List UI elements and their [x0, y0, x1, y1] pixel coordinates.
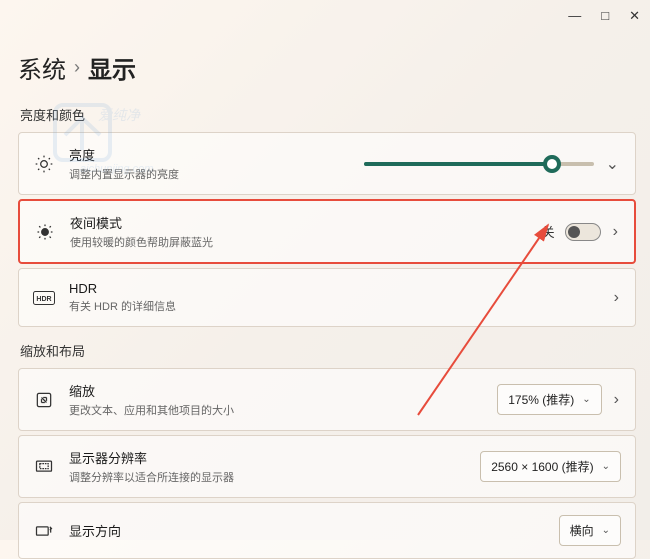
orientation-select[interactable]: 横向 ⌄: [559, 515, 621, 546]
sun-icon: [33, 153, 55, 175]
night-light-title: 夜间模式: [70, 213, 528, 232]
brightness-card[interactable]: 亮度 调整内置显示器的亮度 ⌄: [18, 132, 636, 195]
section-scale-layout: 缩放和布局: [20, 341, 634, 360]
scale-icon: [33, 389, 55, 411]
scale-select[interactable]: 175% (推荐) ⌄: [497, 384, 601, 415]
night-light-toggle[interactable]: [565, 223, 601, 241]
scale-value: 175% (推荐): [508, 391, 574, 408]
chevron-right-icon[interactable]: ›: [611, 223, 620, 241]
chevron-down-icon: ⌄: [602, 461, 610, 472]
night-light-card[interactable]: 夜间模式 使用较暖的颜色帮助屏蔽蓝光 关 ›: [18, 199, 636, 264]
scale-card[interactable]: 缩放 更改文本、应用和其他项目的大小 175% (推荐) ⌄ ›: [18, 368, 636, 431]
hdr-icon: HDR: [33, 287, 55, 309]
resolution-subtitle: 调整分辨率以适合所连接的显示器: [69, 469, 466, 485]
orientation-value: 横向: [570, 522, 594, 539]
chevron-right-icon[interactable]: ›: [612, 391, 621, 409]
window-controls: — □ ✕: [568, 8, 640, 24]
hdr-title: HDR: [69, 281, 598, 296]
resolution-card[interactable]: 显示器分辨率 调整分辨率以适合所连接的显示器 2560 × 1600 (推荐) …: [18, 435, 636, 498]
resolution-icon: [33, 456, 55, 478]
resolution-title: 显示器分辨率: [69, 448, 466, 467]
brightness-subtitle: 调整内置显示器的亮度: [69, 166, 350, 182]
svg-text:HDR: HDR: [36, 296, 51, 303]
section-brightness-color: 亮度和颜色: [20, 105, 634, 124]
hdr-card[interactable]: HDR HDR 有关 HDR 的详细信息 ›: [18, 268, 636, 327]
resolution-select[interactable]: 2560 × 1600 (推荐) ⌄: [480, 451, 621, 482]
brightness-slider[interactable]: [364, 162, 594, 166]
resolution-value: 2560 × 1600 (推荐): [491, 458, 593, 475]
page-title: 显示: [88, 50, 136, 85]
scale-title: 缩放: [69, 381, 483, 400]
night-light-state-label: 关: [542, 222, 555, 241]
close-button[interactable]: ✕: [629, 8, 640, 24]
orientation-icon: [33, 520, 55, 542]
chevron-down-icon: ⌄: [602, 525, 610, 536]
night-light-subtitle: 使用较暖的颜色帮助屏蔽蓝光: [70, 234, 528, 250]
hdr-subtitle: 有关 HDR 的详细信息: [69, 298, 598, 314]
breadcrumb-root[interactable]: 系统: [18, 50, 66, 85]
chevron-right-icon[interactable]: ›: [612, 289, 621, 307]
orientation-title: 显示方向: [69, 521, 545, 540]
orientation-card[interactable]: 显示方向 横向 ⌄: [18, 502, 636, 559]
chevron-down-icon[interactable]: ⌄: [604, 154, 621, 174]
minimize-button[interactable]: —: [568, 8, 581, 24]
night-light-icon: [34, 221, 56, 243]
brightness-title: 亮度: [69, 145, 350, 164]
chevron-down-icon: ⌄: [582, 394, 590, 405]
chevron-right-icon: ›: [74, 57, 80, 78]
scale-subtitle: 更改文本、应用和其他项目的大小: [69, 402, 483, 418]
maximize-button[interactable]: □: [601, 8, 609, 24]
breadcrumb: 系统 › 显示: [18, 50, 636, 85]
